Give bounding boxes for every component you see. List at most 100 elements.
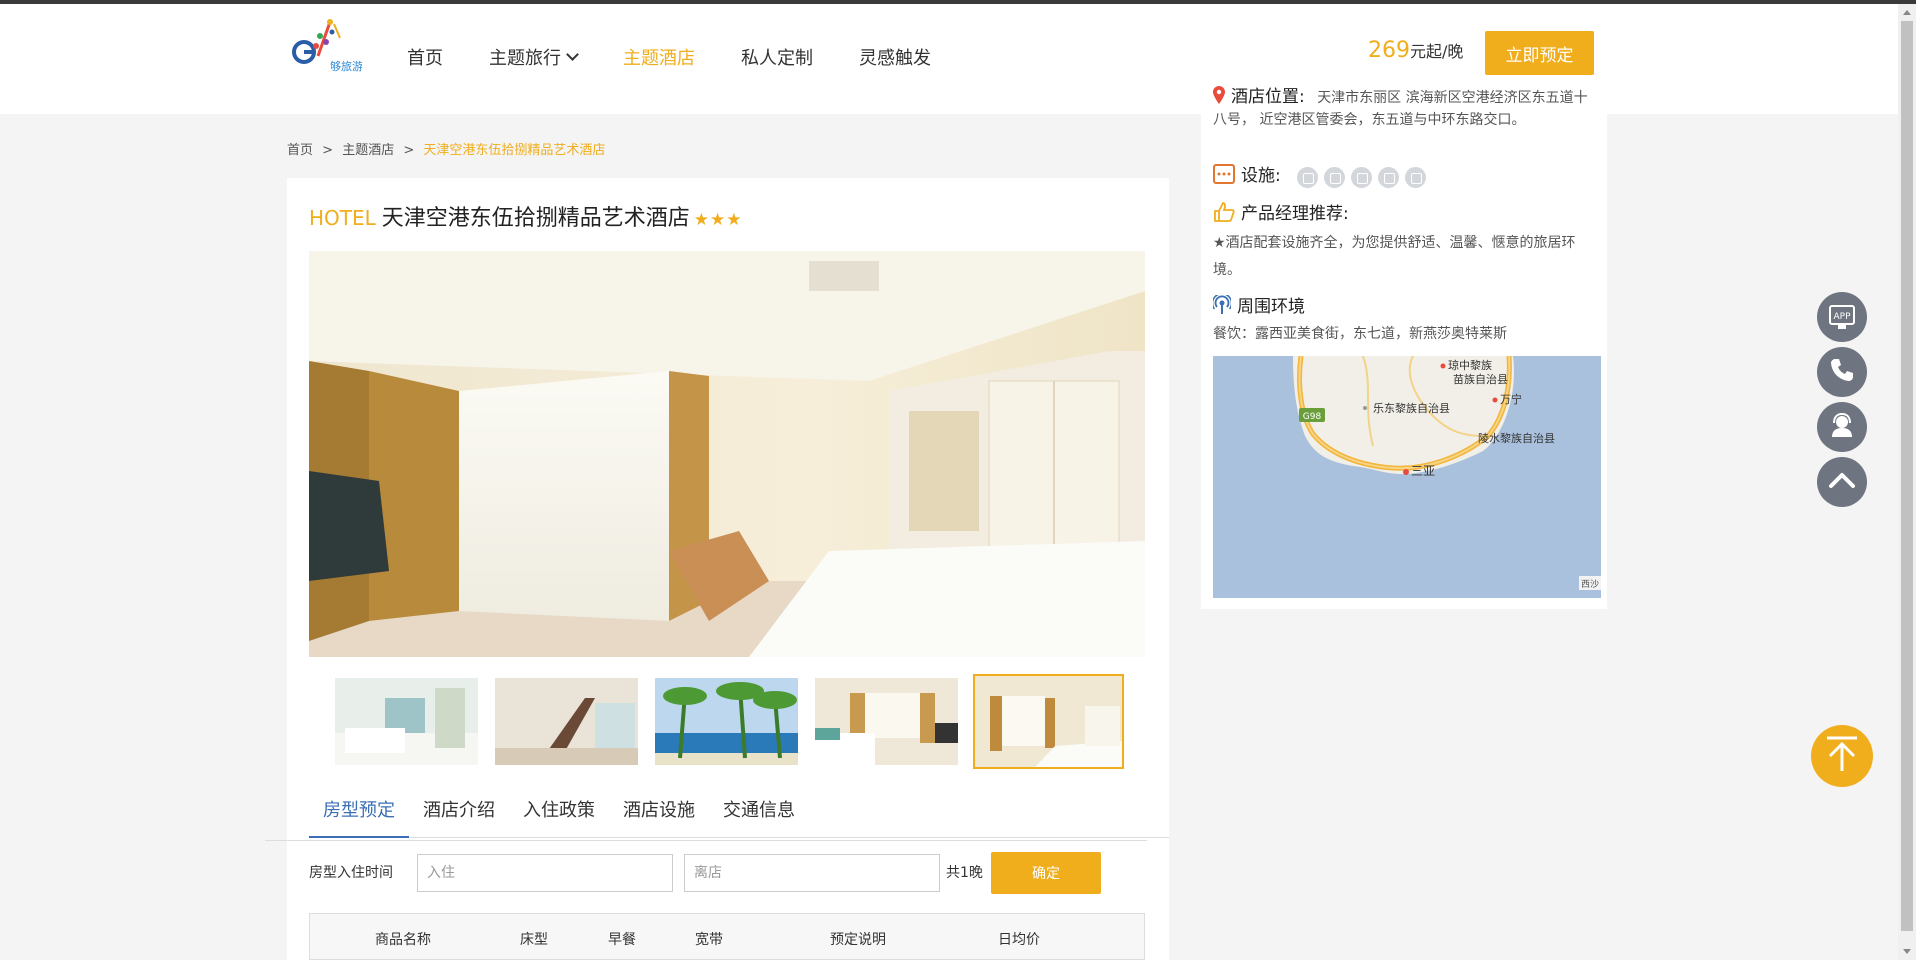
site-header: 够旅游 首页 主题旅行 主题酒店 私人定制 灵感触发 269元起/晚 立即预定 [0,4,1898,114]
map-label-g98: G98 [1303,412,1322,422]
breadcrumb-home[interactable]: 首页 [287,143,313,158]
location-map[interactable]: G98 琼中黎族 苗族自治县 万宁 乐东黎族自治县 陵水黎族自治县 三亚 西沙 [1213,356,1601,598]
wifi-icon [1297,166,1319,188]
confirm-button[interactable]: 确定 [991,852,1101,894]
nav-inspiration-label: 灵感触发 [859,48,931,69]
tab-checkin-policy[interactable]: 入住政策 [509,796,609,838]
scroll-up-button[interactable] [1817,457,1867,507]
nav-theme-travel-label: 主题旅行 [489,48,561,69]
hotel-info-sidebar: 酒店位置: 天津市东丽区 滨海新区空港经济区东五道十八号， 近空港区管委会，东五… [1201,78,1607,609]
phone-icon [1351,166,1373,188]
map-label-ledong: 乐东黎族自治县 [1373,401,1450,415]
map-label-lingshui: 陵水黎族自治县 [1478,431,1555,445]
back-to-top-button[interactable] [1811,725,1873,787]
thumbnail-4[interactable] [813,676,960,767]
app-download-button[interactable]: APP [1817,292,1867,342]
checkout-input[interactable] [684,854,940,892]
facilities-icon [1213,164,1235,190]
main-room-photo[interactable] [309,251,1145,657]
manager-recommend-head: 产品经理推荐: [1213,202,1349,228]
nav-theme-hotel-label: 主题酒店 [623,48,695,69]
tabs-divider [265,840,1147,841]
manager-recommend-text: ★酒店配套设施齐全，为您提供舒适、温馨、惬意的旅居环境。 [1213,235,1576,278]
breakfast-icon [1378,166,1400,188]
nav-home[interactable]: 首页 [407,44,443,70]
up-icon [1828,470,1856,494]
map-label-wanning: 万宁 [1500,392,1522,406]
map-label-qiongzhong: 琼中黎族 [1448,358,1492,372]
booking-date-row: 房型入住时间 共1晚 确定 [309,852,1149,894]
photo-thumbnails [333,674,1124,769]
nav-inspiration[interactable]: 灵感触发 [859,44,931,70]
breadcrumb-separator: > [322,143,334,158]
room-table-header: 商品名称 床型 早餐 宽带 预定说明 日均价 [309,913,1145,960]
price-value: 269 [1368,38,1410,63]
parking-icon [1405,166,1427,188]
page-scrollbar[interactable] [1898,4,1916,960]
surroundings-label: 周围环境 [1237,297,1305,317]
service-icon [1828,411,1856,443]
checkin-time-label: 房型入住时间 [309,865,393,881]
breadcrumb: 首页 > 主题酒店 > 天津空港东伍拾捌精品艺术酒店 [287,139,605,158]
price-unit: 元起/晚 [1410,42,1464,61]
thumbnail-2[interactable] [493,676,640,767]
main-nav: 首页 主题旅行 主题酒店 私人定制 灵感触发 [407,44,977,70]
checkin-input[interactable] [417,854,673,892]
hotel-title: HOTEL 天津空港东伍拾捌精品艺术酒店 ★★★ [309,200,743,232]
surroundings-text: 餐饮：露西亚美食街，东七道，新燕莎奥特莱斯 [1213,326,1507,342]
chevron-down-icon [566,48,579,61]
facilities-label: 设施: [1241,166,1281,186]
thumbs-up-icon [1213,202,1235,228]
tab-hotel-facilities[interactable]: 酒店设施 [609,796,709,838]
arrow-up-icon [1823,735,1861,777]
phone-icon [1829,357,1855,387]
nav-theme-hotel[interactable]: 主题酒店 [623,44,695,70]
hotel-stars: ★★★ [693,210,743,230]
hotel-name: 天津空港东伍拾捌精品艺术酒店 [381,206,690,231]
tab-room-booking[interactable]: 房型预定 [309,796,409,838]
col-booking-notes: 预定说明 [830,932,886,948]
price-from: 269元起/晚 [1368,38,1463,63]
scrollbar-thumb[interactable] [1901,21,1913,931]
nav-theme-travel[interactable]: 主题旅行 [489,44,579,70]
map-label-xisha: 西沙 [1581,579,1599,590]
hotel-prefix: HOTEL [309,206,376,230]
col-broadband: 宽带 [695,932,723,948]
hotel-main-panel: HOTEL 天津空港东伍拾捌精品艺术酒店 ★★★ 房型预定 酒店介绍 入住政策 … [265,178,1169,960]
surroundings-head: 周围环境 [1211,293,1305,321]
breadcrumb-current: 天津空港东伍拾捌精品艺术酒店 [423,143,606,158]
tab-transport[interactable]: 交通信息 [709,796,809,838]
nav-private-custom[interactable]: 私人定制 [741,44,813,70]
location-label: 酒店位置: [1231,87,1305,107]
map-label-miaozu: 苗族自治县 [1453,372,1508,386]
location-pin-icon [1213,86,1225,110]
customer-service-button[interactable] [1817,402,1867,452]
phone-button[interactable] [1817,347,1867,397]
book-now-button[interactable]: 立即预定 [1485,31,1594,75]
thumbnail-3[interactable] [653,676,800,767]
nights-count: 共1晚 [946,865,983,881]
manager-label: 产品经理推荐: [1241,204,1349,224]
col-breakfast: 早餐 [608,932,636,948]
col-daily-price: 日均价 [998,932,1040,948]
thumbnail-1[interactable] [333,676,480,767]
col-product-name: 商品名称 [375,932,431,948]
col-bed-type: 床型 [520,932,548,948]
signal-icon [1211,293,1233,321]
breadcrumb-separator: > [403,143,415,158]
location-block: 酒店位置: 天津市东丽区 滨海新区空港经济区东五道十八号， 近空港区管委会，东五… [1213,86,1593,130]
site-logo[interactable]: 够旅游 [290,16,363,76]
tv-icon [1324,166,1346,188]
thumbnail-5[interactable] [973,674,1124,769]
nav-private-custom-label: 私人定制 [741,48,813,69]
app-label: APP [1833,312,1851,322]
tab-hotel-intro[interactable]: 酒店介绍 [409,796,509,838]
scroll-up-arrow-icon[interactable] [1903,10,1911,15]
facilities-block: 设施: [1213,164,1432,190]
nav-home-label: 首页 [407,48,443,69]
breadcrumb-theme-hotel[interactable]: 主题酒店 [342,143,394,158]
detail-tabs: 房型预定 酒店介绍 入住政策 酒店设施 交通信息 [309,796,1169,838]
map-label-sanya: 三亚 [1411,464,1435,478]
logo-text: 够旅游 [330,59,362,73]
scroll-down-arrow-icon[interactable] [1903,949,1911,954]
